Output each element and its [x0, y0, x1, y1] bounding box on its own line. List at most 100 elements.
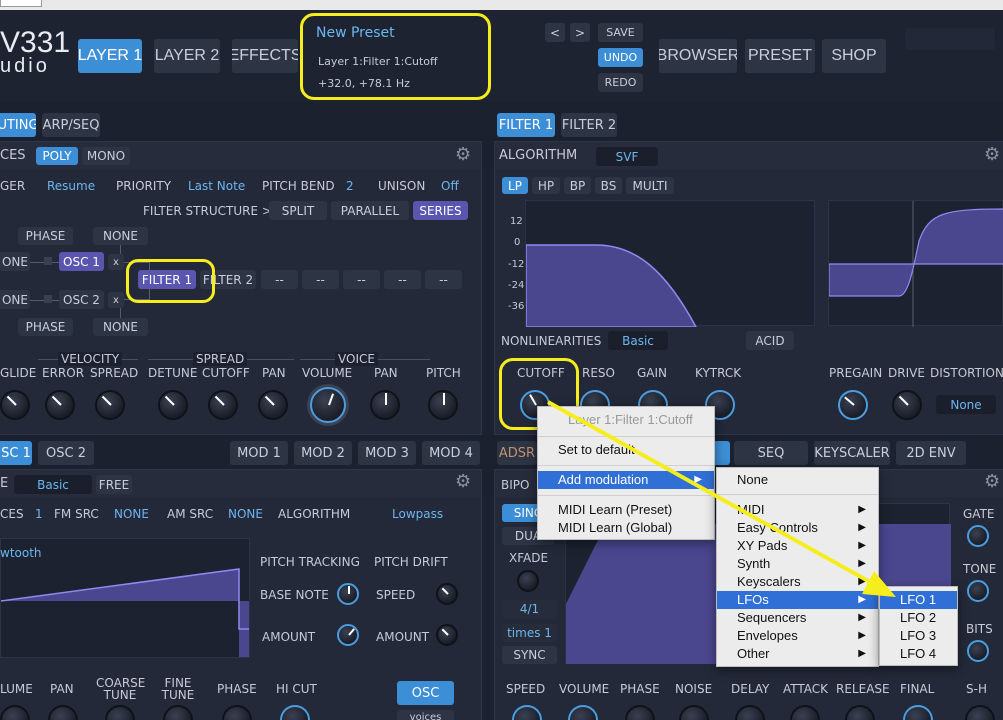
pregain-knob[interactable] [838, 390, 868, 420]
filter-slot-3[interactable]: -- [343, 270, 380, 289]
ratio-button[interactable]: 4/1 [502, 600, 557, 618]
osc-mode-dropdown[interactable]: Basic [14, 475, 92, 494]
priority-value[interactable]: Last Note [188, 179, 245, 193]
fm-src-value[interactable]: NONE [114, 507, 149, 521]
lfo-4-item[interactable]: LFO 4 [880, 645, 957, 663]
split-button[interactable]: SPLIT [269, 201, 327, 220]
tab-seq[interactable]: SEQ [734, 441, 808, 465]
submenu-sequencers[interactable]: Sequencers ▶ [717, 609, 878, 627]
lfo-3-item[interactable]: LFO 3 [880, 627, 957, 645]
filter-slot-1[interactable]: -- [261, 270, 298, 289]
nonlinearities-dropdown[interactable]: Basic [608, 331, 668, 350]
voices-button[interactable]: voices [397, 710, 454, 720]
lfo-2-item[interactable]: LFO 2 [880, 609, 957, 627]
submenu-keyscalers[interactable]: Keyscalers ▶ [717, 573, 878, 591]
tab-osc-2[interactable]: OSC 2 [38, 441, 94, 465]
submenu-midi[interactable]: MIDI ▶ [717, 501, 878, 519]
preset-prev-button[interactable]: < [545, 23, 565, 42]
filter-type-multi[interactable]: MULTI [626, 177, 674, 194]
osc-gear-icon[interactable]: ⚙ [455, 473, 473, 491]
redo-button[interactable]: REDO [598, 73, 643, 92]
algorithm-value[interactable]: Lowpass [392, 507, 443, 521]
gate-knob[interactable] [967, 525, 989, 547]
submenu-none[interactable]: None [717, 471, 878, 489]
osc-button[interactable]: OSC [397, 681, 454, 705]
poly-button[interactable]: POLY [36, 147, 78, 165]
pan-voice-knob[interactable] [370, 390, 400, 420]
drift-amount-knob[interactable] [436, 624, 458, 646]
detune-knob[interactable] [158, 390, 188, 420]
osc-voices-value[interactable]: 1 [35, 507, 43, 521]
tab-mod-1[interactable]: MOD 1 [230, 441, 288, 465]
tab-filter-2[interactable]: FILTER 2 [561, 113, 617, 137]
filter-response-display[interactable] [525, 200, 815, 328]
menu-midi-learn-preset[interactable]: MIDI Learn (Preset) [538, 501, 714, 519]
voices-gear-icon[interactable]: ⚙ [455, 146, 473, 164]
osc1-none-button[interactable]: ONE [0, 252, 30, 271]
drive-knob[interactable] [892, 390, 922, 420]
filter-type-bs[interactable]: BS [595, 177, 622, 194]
filter-slot-4[interactable]: -- [384, 270, 421, 289]
tab-routing[interactable]: UTING [0, 113, 36, 137]
tab-layer-1[interactable]: LAYER 1 [78, 39, 142, 73]
filter-type-lp[interactable]: LP [502, 177, 528, 194]
pitch-knob[interactable] [428, 390, 458, 420]
preset-button[interactable]: PRESET [745, 39, 815, 73]
browser-button[interactable]: BROWSER [659, 39, 737, 73]
submenu-other[interactable]: Other ▶ [717, 645, 878, 663]
menu-add-modulation[interactable]: Add modulation ▶ [538, 471, 714, 489]
mod-gear-icon[interactable]: ⚙ [984, 473, 1002, 491]
glide-knob[interactable] [0, 390, 30, 420]
base-note-knob[interactable] [337, 583, 359, 605]
tab-mod-4[interactable]: MOD 4 [422, 441, 480, 465]
shop-button[interactable]: SHOP [822, 39, 886, 73]
undo-button[interactable]: UNDO [598, 48, 643, 67]
filter-type-bp[interactable]: BP [564, 177, 591, 194]
series-button[interactable]: SERIES [413, 201, 468, 220]
parallel-button[interactable]: PARALLEL [331, 201, 409, 220]
tab-layer-2[interactable]: LAYER 2 [154, 39, 220, 73]
drift-speed-knob[interactable] [436, 583, 458, 605]
osc1-node[interactable]: OSC 1 [59, 252, 104, 271]
osc1-multiply[interactable]: x [108, 254, 124, 270]
trigger-value[interactable]: Resume [47, 179, 95, 193]
submenu-envelopes[interactable]: Envelopes ▶ [717, 627, 878, 645]
phase-top-button[interactable]: PHASE [18, 227, 73, 245]
shaper-display[interactable] [828, 200, 1003, 327]
pan-spread-knob[interactable] [258, 390, 288, 420]
am-src-value[interactable]: NONE [228, 507, 263, 521]
tab-arp-seq[interactable]: ARP/SEQ [42, 113, 100, 137]
none-top-button[interactable]: NONE [93, 227, 148, 245]
xfade-knob[interactable] [517, 570, 539, 592]
cutoff-spread-knob[interactable] [208, 390, 238, 420]
distortion-dropdown[interactable]: None [936, 395, 996, 414]
submenu-xy-pads[interactable]: XY Pads ▶ [717, 537, 878, 555]
spread-knob[interactable] [95, 390, 125, 420]
sync-button[interactable]: SYNC [502, 646, 557, 664]
acid-button[interactable]: ACID [746, 331, 794, 350]
tracking-amount-knob[interactable] [337, 624, 359, 646]
unison-value[interactable]: Off [441, 179, 459, 193]
osc2-none-button[interactable]: ONE [0, 290, 30, 309]
submenu-lfos[interactable]: LFOs ▶ [717, 591, 878, 609]
tab-effects[interactable]: EFFECTS [232, 39, 298, 73]
preset-name[interactable]: New Preset [316, 25, 395, 41]
phase-bottom-button[interactable]: PHASE [18, 318, 73, 336]
bits-knob[interactable] [967, 640, 989, 662]
tab-mod-3[interactable]: MOD 3 [358, 441, 416, 465]
osc2-multiply[interactable]: x [108, 292, 124, 308]
tab-filter-1[interactable]: FILTER 1 [497, 113, 555, 137]
pitchbend-value[interactable]: 2 [346, 179, 354, 193]
filter-algorithm-dropdown[interactable]: SVF [596, 147, 658, 166]
menu-midi-learn-global[interactable]: MIDI Learn (Global) [538, 519, 714, 537]
mono-button[interactable]: MONO [82, 147, 130, 165]
save-button[interactable]: SAVE [598, 23, 643, 42]
tab-adsr[interactable]: ADSR [497, 441, 537, 465]
tab-2d-env[interactable]: 2D ENV [896, 441, 966, 465]
filter-gear-icon[interactable]: ⚙ [984, 146, 1002, 164]
tone-knob[interactable] [967, 580, 989, 602]
filter-slot-2[interactable]: -- [302, 270, 339, 289]
preset-next-button[interactable]: > [570, 23, 590, 42]
tab-keyscaler[interactable]: KEYSCALER [814, 441, 890, 465]
menu-set-to-default[interactable]: Set to default [538, 441, 714, 459]
